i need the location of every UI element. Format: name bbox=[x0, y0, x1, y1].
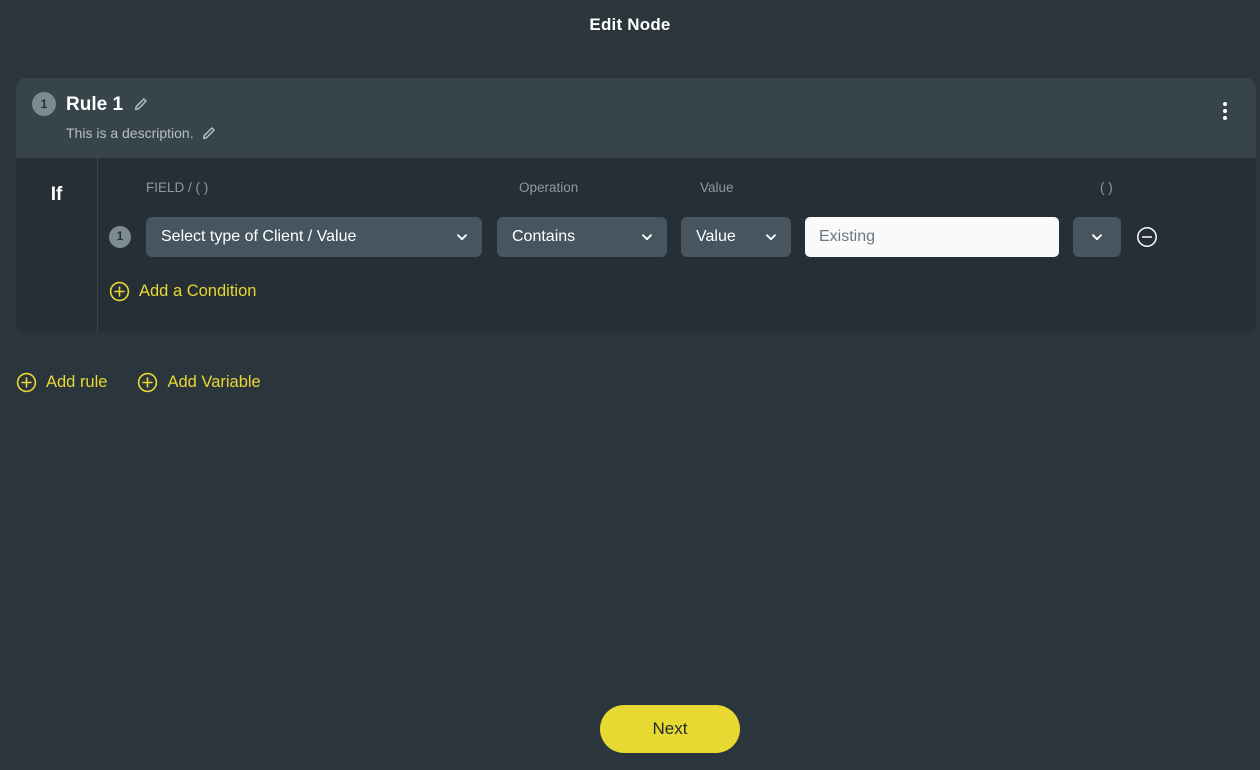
if-column: If bbox=[16, 158, 98, 333]
if-label: If bbox=[50, 184, 63, 205]
card-actions: Add rule Add Variable bbox=[16, 372, 261, 393]
add-variable-label: Add Variable bbox=[167, 373, 261, 391]
next-button[interactable]: Next bbox=[600, 705, 740, 753]
add-condition-wrapper: Add a Condition bbox=[98, 281, 1256, 333]
rule-number-badge: 1 bbox=[32, 92, 56, 116]
rule-title-row: 1 Rule 1 bbox=[32, 92, 1238, 116]
column-header-field: FIELD / ( ) bbox=[146, 180, 209, 195]
rule-title: Rule 1 bbox=[66, 93, 124, 115]
remove-condition-icon[interactable] bbox=[1135, 225, 1159, 249]
kebab-dot bbox=[1223, 109, 1227, 113]
operation-select-value: Contains bbox=[512, 228, 576, 245]
column-header-paren: ( ) bbox=[1100, 180, 1113, 195]
chevron-down-icon bbox=[455, 230, 469, 244]
condition-number-badge: 1 bbox=[109, 226, 131, 248]
column-header-operation: Operation bbox=[519, 180, 579, 195]
rule-body: If FIELD / ( ) Operation Value ( ) 1 Sel… bbox=[16, 158, 1256, 333]
rule-header: 1 Rule 1 This is a description. bbox=[16, 78, 1256, 158]
field-select-value: Select type of Client / Value bbox=[161, 228, 357, 245]
chevron-down-icon bbox=[1090, 230, 1104, 244]
condition-row: 1 Select type of Client / Value Contains bbox=[98, 217, 1256, 257]
value-type-select-value: Value bbox=[696, 228, 736, 245]
add-rule-button[interactable]: Add rule bbox=[16, 372, 107, 393]
page-title: Edit Node bbox=[589, 15, 671, 34]
field-select[interactable]: Select type of Client / Value bbox=[146, 217, 482, 257]
rule-menu-icon[interactable] bbox=[1216, 100, 1234, 122]
kebab-dot bbox=[1223, 116, 1227, 120]
chevron-down-icon bbox=[764, 230, 778, 244]
rule-description-row: This is a description. bbox=[66, 125, 1238, 141]
chevron-down-icon bbox=[640, 230, 654, 244]
value-input[interactable] bbox=[805, 217, 1059, 257]
edit-rule-name-pencil-icon[interactable] bbox=[133, 97, 148, 112]
add-condition-button[interactable]: Add a Condition bbox=[109, 281, 256, 302]
plus-circle-icon bbox=[16, 372, 37, 393]
plus-circle-icon bbox=[137, 372, 158, 393]
add-condition-label: Add a Condition bbox=[139, 282, 257, 300]
conditions-column: FIELD / ( ) Operation Value ( ) 1 Select… bbox=[98, 158, 1256, 333]
kebab-dot bbox=[1223, 102, 1227, 106]
plus-circle-icon bbox=[109, 281, 130, 302]
operation-select[interactable]: Contains bbox=[497, 217, 667, 257]
column-headers: FIELD / ( ) Operation Value ( ) bbox=[98, 180, 1256, 202]
add-rule-label: Add rule bbox=[46, 373, 108, 391]
rule-card: 1 Rule 1 This is a description. If FIELD… bbox=[16, 78, 1256, 333]
add-variable-button[interactable]: Add Variable bbox=[137, 372, 261, 393]
value-type-select[interactable]: Value bbox=[681, 217, 791, 257]
paren-select[interactable] bbox=[1073, 217, 1121, 257]
rule-description: This is a description. bbox=[66, 125, 194, 141]
edit-rule-description-pencil-icon[interactable] bbox=[201, 126, 216, 141]
column-header-value: Value bbox=[700, 180, 734, 195]
